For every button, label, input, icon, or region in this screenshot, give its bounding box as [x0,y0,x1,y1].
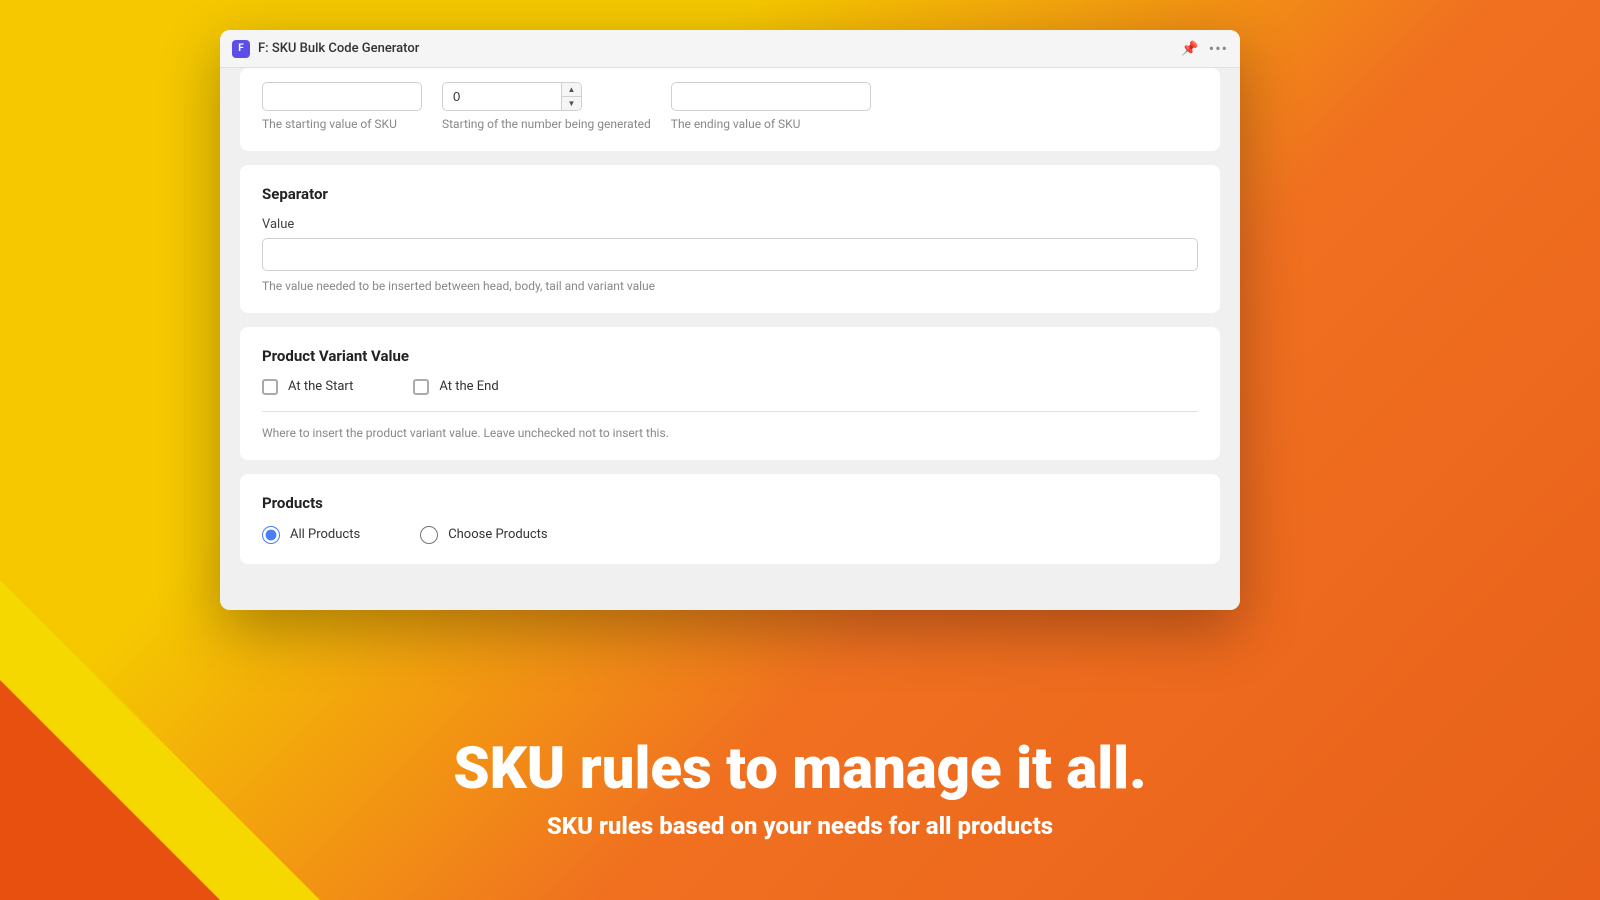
ending-sku-input[interactable] [671,82,871,111]
products-title: Products [262,494,1198,512]
title-bar: F F: SKU Bulk Code Generator 📌 ••• [220,30,1240,68]
all-products-radio[interactable] [262,526,280,544]
separator-value-label: Value [262,217,1198,232]
title-bar-actions: 📌 ••• [1181,39,1228,58]
at-start-checkbox-item: At the Start [262,379,353,395]
products-card: Products All Products Choose Products [240,474,1220,564]
starting-number-group: ▲ ▼ Starting of the number being generat… [442,82,651,133]
main-headline: SKU rules to manage it all. [0,738,1600,802]
at-start-checkbox[interactable] [262,379,278,395]
choose-products-radio-item: Choose Products [420,526,547,544]
at-end-checkbox-item: At the End [413,379,498,395]
bottom-text-area: SKU rules to manage it all. SKU rules ba… [0,738,1600,840]
all-products-label[interactable]: All Products [290,527,360,542]
sub-headline: SKU rules based on your needs for all pr… [0,812,1600,840]
starting-number-hint: Starting of the number being generated [442,117,651,133]
at-end-label[interactable]: At the End [439,379,498,394]
app-window: F F: SKU Bulk Code Generator 📌 ••• The s… [220,30,1240,610]
number-input-wrapper: ▲ ▼ [442,82,582,111]
pin-icon[interactable]: 📌 [1181,41,1198,57]
product-variant-card: Product Variant Value At the Start At th… [240,327,1220,460]
more-options-icon[interactable]: ••• [1209,39,1228,58]
inputs-row: The starting value of SKU ▲ ▼ Starting o… [262,82,1198,133]
separator-card: Separator Value The value needed to be i… [240,165,1220,313]
top-inputs-card: The starting value of SKU ▲ ▼ Starting o… [240,68,1220,151]
checkbox-row: At the Start At the End [262,379,1198,395]
main-content: The starting value of SKU ▲ ▼ Starting o… [220,68,1240,610]
radio-row: All Products Choose Products [262,526,1198,544]
separator-title: Separator [262,185,1198,203]
separator-hint: The value needed to be inserted between … [262,279,1198,293]
separator-input[interactable] [262,238,1198,271]
spinner-up-button[interactable]: ▲ [562,83,581,97]
product-variant-hint: Where to insert the product variant valu… [262,426,1198,440]
app-icon: F [232,40,250,58]
starting-sku-input[interactable] [262,82,422,111]
choose-products-radio[interactable] [420,526,438,544]
choose-products-label[interactable]: Choose Products [448,527,547,542]
window-title: F: SKU Bulk Code Generator [258,41,419,56]
starting-sku-group: The starting value of SKU [262,82,422,133]
at-start-label[interactable]: At the Start [288,379,353,394]
all-products-radio-item: All Products [262,526,360,544]
ending-sku-label: The ending value of SKU [671,117,871,133]
divider [262,411,1198,412]
spinner-down-button[interactable]: ▼ [562,97,581,110]
starting-sku-label: The starting value of SKU [262,117,422,133]
ending-sku-group: The ending value of SKU [671,82,871,133]
at-end-checkbox[interactable] [413,379,429,395]
product-variant-title: Product Variant Value [262,347,1198,365]
number-spinners: ▲ ▼ [561,83,581,110]
